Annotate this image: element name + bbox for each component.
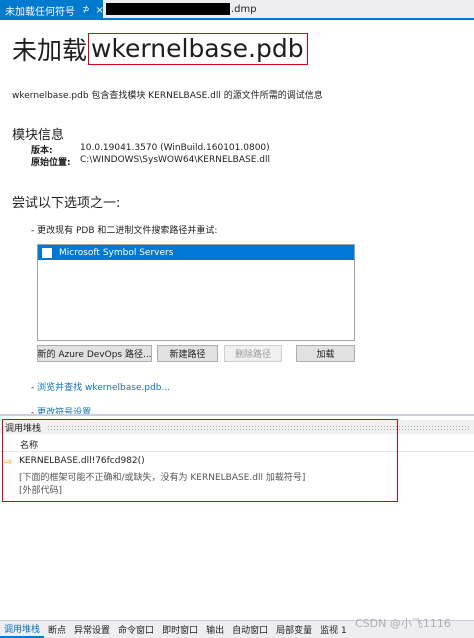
redacted-filename (106, 3, 230, 15)
tab-locals[interactable]: 局部变量 (272, 621, 316, 638)
load-button[interactable]: 加载 (296, 345, 355, 362)
change-symbol-settings-link[interactable]: 更改符号设置... (37, 408, 100, 418)
list-item-label: Microsoft Symbol Servers (59, 247, 174, 258)
close-icon[interactable]: × (96, 5, 104, 16)
module-info-heading: 模块信息 (12, 128, 65, 143)
tab-breakpoints[interactable]: 断点 (44, 621, 70, 638)
symbol-path-list[interactable]: Microsoft Symbol Servers (37, 244, 355, 341)
tab-output[interactable]: 输出 (202, 621, 228, 638)
pane-splitter[interactable] (0, 414, 474, 416)
browse-link[interactable]: 浏览并查找 wkernelbase.pdb... (37, 383, 170, 393)
document-tab-bar: 未加载任何符号 ⊅ × .dmp (0, 0, 474, 20)
browse-option: - 浏览并查找 wkernelbase.pdb... (31, 380, 170, 393)
title-prefix: 未加载 (12, 36, 88, 65)
tab-file-suffix: .dmp (231, 3, 257, 15)
tab-call-stack[interactable]: 调用堆栈 (0, 621, 45, 638)
title-pdb-filename: wkernelbase.pdb (88, 33, 308, 65)
page-title: 未加载 wkernelbase.pdb (12, 31, 308, 67)
tab-autos[interactable]: 自动窗口 (228, 621, 272, 638)
location-row: 原始位置: C:\WINDOWS\SysWOW64\KERNELBASE.dll (31, 155, 270, 168)
pin-icon[interactable]: ⊅ (82, 5, 90, 15)
tab-immediate-window[interactable]: 即时窗口 (158, 621, 202, 638)
tab-no-symbols-loaded[interactable]: 未加载任何符号 ⊅ × (0, 0, 104, 20)
tab-command-window[interactable]: 命令窗口 (114, 621, 158, 638)
location-value: C:\WINDOWS\SysWOW64\KERNELBASE.dll (80, 155, 270, 165)
list-item-checkbox[interactable] (42, 247, 52, 258)
tab-exception-settings[interactable]: 异常设置 (70, 621, 114, 638)
new-azure-devops-path-button[interactable]: 新的 Azure DevOps 路径... (37, 345, 152, 362)
settings-option: - 更改符号设置... (31, 405, 100, 418)
highlight-annotation-box (2, 419, 398, 502)
change-paths-text: - 更改现有 PDB 和二进制文件搜索路径并重试: (31, 226, 218, 236)
tab-label: 未加载任何符号 (5, 6, 75, 18)
watermark: CSDN @小飞1116 (355, 617, 451, 630)
new-path-button[interactable]: 新建路径 (157, 345, 218, 362)
page-description: wkernelbase.pdb 包含查找模块 KERNELBASE.dll 的源… (12, 91, 323, 101)
list-item[interactable]: Microsoft Symbol Servers (38, 245, 354, 260)
options-heading: 尝试以下选项之一: (12, 196, 121, 211)
tab-dump-file[interactable]: .dmp (106, 0, 270, 18)
location-label: 原始位置: (31, 158, 71, 168)
delete-path-button: 删除路径 (224, 345, 282, 362)
tab-watch-1[interactable]: 监视 1 (316, 621, 351, 638)
